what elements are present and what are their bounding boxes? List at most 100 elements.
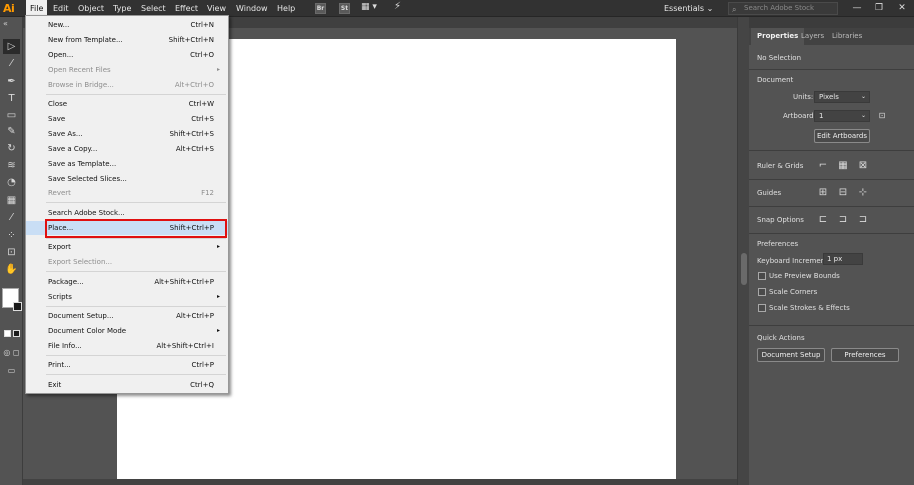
menu-item-package[interactable]: Package... Alt+Shift+Ctrl+P (26, 275, 228, 289)
menu-item-browse-in-bridge[interactable]: Browse in Bridge... Alt+Ctrl+O (26, 78, 228, 92)
artboard-tool-icon[interactable]: ⊡ (3, 245, 20, 260)
bridge-icon[interactable]: Br (315, 3, 326, 14)
snap-to-glyph-icon[interactable]: ⊐ (856, 213, 870, 226)
menu-item-label: Search Adobe Stock... (48, 209, 125, 217)
show-guides-icon[interactable]: ⊞ (816, 186, 830, 199)
scrollbar-thumb[interactable] (741, 253, 747, 285)
menu-item-scripts[interactable]: Scripts ▸ (26, 290, 228, 304)
smart-guides-icon[interactable]: ⊹ (856, 186, 870, 199)
snap-to-pixel-icon[interactable]: ⊐ (836, 213, 850, 226)
screen-mode-icon[interactable]: ▭ (3, 363, 20, 378)
mesh-tool-icon[interactable]: ▦ (3, 193, 20, 208)
scale-strokes-label: Scale Strokes & Effects (769, 304, 850, 312)
menu-item-label: New... (48, 21, 70, 29)
use-preview-bounds-checkbox[interactable] (758, 272, 766, 280)
menu-item-export[interactable]: Export ▸ (26, 240, 228, 254)
menu-item-label: Document Setup... (48, 312, 114, 320)
menu-item-document-color-mode[interactable]: Document Color Mode ▸ (26, 324, 228, 338)
shape-builder-tool-icon[interactable]: ◔ (3, 175, 20, 190)
menu-item-save[interactable]: Save Ctrl+S (26, 112, 228, 126)
menu-item-exit[interactable]: Exit Ctrl+Q (26, 378, 228, 392)
magic-wand-tool-icon[interactable]: ⁄ (3, 56, 20, 71)
restore-button[interactable]: ❐ (868, 0, 890, 17)
stroke-color-swatch[interactable] (13, 330, 20, 337)
ruler-icon[interactable]: ⌐ (816, 159, 830, 172)
menu-item-save-as-template[interactable]: Save as Template... (26, 157, 228, 171)
status-bar (23, 479, 737, 485)
lock-guides-icon[interactable]: ⊟ (836, 186, 850, 199)
menu-item-file-info[interactable]: File Info... Alt+Shift+Ctrl+I (26, 339, 228, 353)
menu-item-label: Close (48, 100, 68, 108)
hand-tool-icon[interactable]: ✋ (3, 262, 20, 277)
artboard-options-icon[interactable]: ⊡ (875, 109, 889, 122)
menu-item-shortcut: Shift+Ctrl+S (169, 130, 214, 138)
paintbrush-tool-icon[interactable]: ✎ (3, 124, 20, 139)
vertical-scrollbar[interactable] (737, 17, 749, 485)
menu-item-shortcut: Ctrl+S (191, 115, 214, 123)
transparency-grid-icon[interactable]: ⊠ (856, 159, 870, 172)
keyboard-increment-input[interactable]: 1 px (823, 253, 863, 265)
document-setup-button[interactable]: Document Setup (757, 348, 825, 362)
menu-item-label: Save as Template... (48, 160, 117, 168)
units-value: Pixels (819, 93, 839, 101)
type-tool-icon[interactable]: T (3, 91, 20, 106)
stock-search-input[interactable]: ⌕ Search Adobe Stock (728, 2, 838, 15)
menu-item-close[interactable]: Close Ctrl+W (26, 97, 228, 111)
submenu-arrow-icon: ▸ (216, 66, 220, 73)
rectangle-tool-icon[interactable]: ▭ (3, 108, 20, 123)
scale-strokes-checkbox[interactable] (758, 304, 766, 312)
menu-item-new-from-template[interactable]: New from Template... Shift+Ctrl+N (26, 33, 228, 47)
menu-item-label: File Info... (48, 342, 82, 350)
drawing-mode-icon[interactable]: ◎ ◻ (3, 345, 20, 360)
menu-item-open[interactable]: Open... Ctrl+O (26, 48, 228, 62)
submenu-arrow-icon: ▸ (216, 243, 220, 250)
stock-icon[interactable]: St (339, 3, 350, 14)
menu-window[interactable]: Window (232, 0, 272, 17)
width-tool-icon[interactable]: ≋ (3, 158, 20, 173)
stroke-swatch[interactable] (13, 302, 22, 311)
scale-corners-checkbox[interactable] (758, 288, 766, 296)
minimize-button[interactable]: — (846, 0, 868, 17)
pen-tool-icon[interactable]: ✒ (3, 74, 20, 89)
tab-libraries[interactable]: Libraries (826, 28, 868, 45)
symbol-sprayer-tool-icon[interactable]: ⁘ (3, 228, 20, 243)
panel-tab-bar: Properties Layers Libraries (749, 28, 914, 45)
units-select[interactable]: Pixels ⌄ (814, 91, 870, 103)
eyedropper-tool-icon[interactable]: ⁄ (3, 210, 20, 225)
menu-item-save-selected-slices[interactable]: Save Selected Slices... (26, 172, 228, 186)
menu-item-export-selection[interactable]: Export Selection... (26, 255, 228, 269)
gpu-performance-icon[interactable]: ⚡ (394, 1, 401, 12)
artboard-select[interactable]: 1 ⌄ (814, 110, 870, 122)
preferences-button[interactable]: Preferences (831, 348, 899, 362)
rotate-tool-icon[interactable]: ↻ (3, 141, 20, 156)
grid-icon[interactable]: ▦ (836, 159, 850, 172)
edit-artboards-button[interactable]: Edit Artboards (814, 129, 870, 143)
properties-panel: Properties Layers Libraries No Selection… (749, 17, 914, 485)
use-preview-bounds-label: Use Preview Bounds (769, 272, 840, 280)
menu-item-search-adobe-stock[interactable]: Search Adobe Stock... (26, 206, 228, 220)
tab-layers[interactable]: Layers (795, 28, 830, 45)
snap-to-point-icon[interactable]: ⊏ (816, 213, 830, 226)
menu-item-shortcut: Ctrl+O (190, 51, 214, 59)
menu-item-save-as[interactable]: Save As... Shift+Ctrl+S (26, 127, 228, 141)
workspace-switcher[interactable]: Essentials ⌄ (664, 0, 713, 17)
collapse-panel-icon[interactable]: « (3, 19, 8, 28)
selection-tool-icon[interactable]: ▷ (3, 39, 20, 54)
panel-header-strip (749, 17, 914, 28)
document-heading: Document (757, 76, 794, 84)
menu-item-open-recent[interactable]: Open Recent Files ▸ (26, 63, 228, 77)
menu-item-label: Open... (48, 51, 74, 59)
submenu-arrow-icon: ▸ (216, 327, 220, 334)
menu-item-save-a-copy[interactable]: Save a Copy... Alt+Ctrl+S (26, 142, 228, 156)
menu-item-shortcut: Alt+Ctrl+P (176, 312, 214, 320)
menu-item-document-setup[interactable]: Document Setup... Alt+Ctrl+P (26, 309, 228, 323)
fill-color-swatch[interactable] (4, 330, 11, 337)
menu-item-new[interactable]: New... Ctrl+N (26, 18, 228, 32)
panel-divider (749, 179, 914, 180)
arrange-documents-icon[interactable]: ▦ ▾ (361, 2, 377, 13)
menu-item-revert[interactable]: Revert F12 (26, 186, 228, 200)
menu-item-print[interactable]: Print... Ctrl+P (26, 358, 228, 372)
close-window-button[interactable]: ✕ (891, 0, 913, 17)
menu-item-shortcut: Ctrl+N (190, 21, 214, 29)
menu-help[interactable]: Help (273, 0, 299, 17)
